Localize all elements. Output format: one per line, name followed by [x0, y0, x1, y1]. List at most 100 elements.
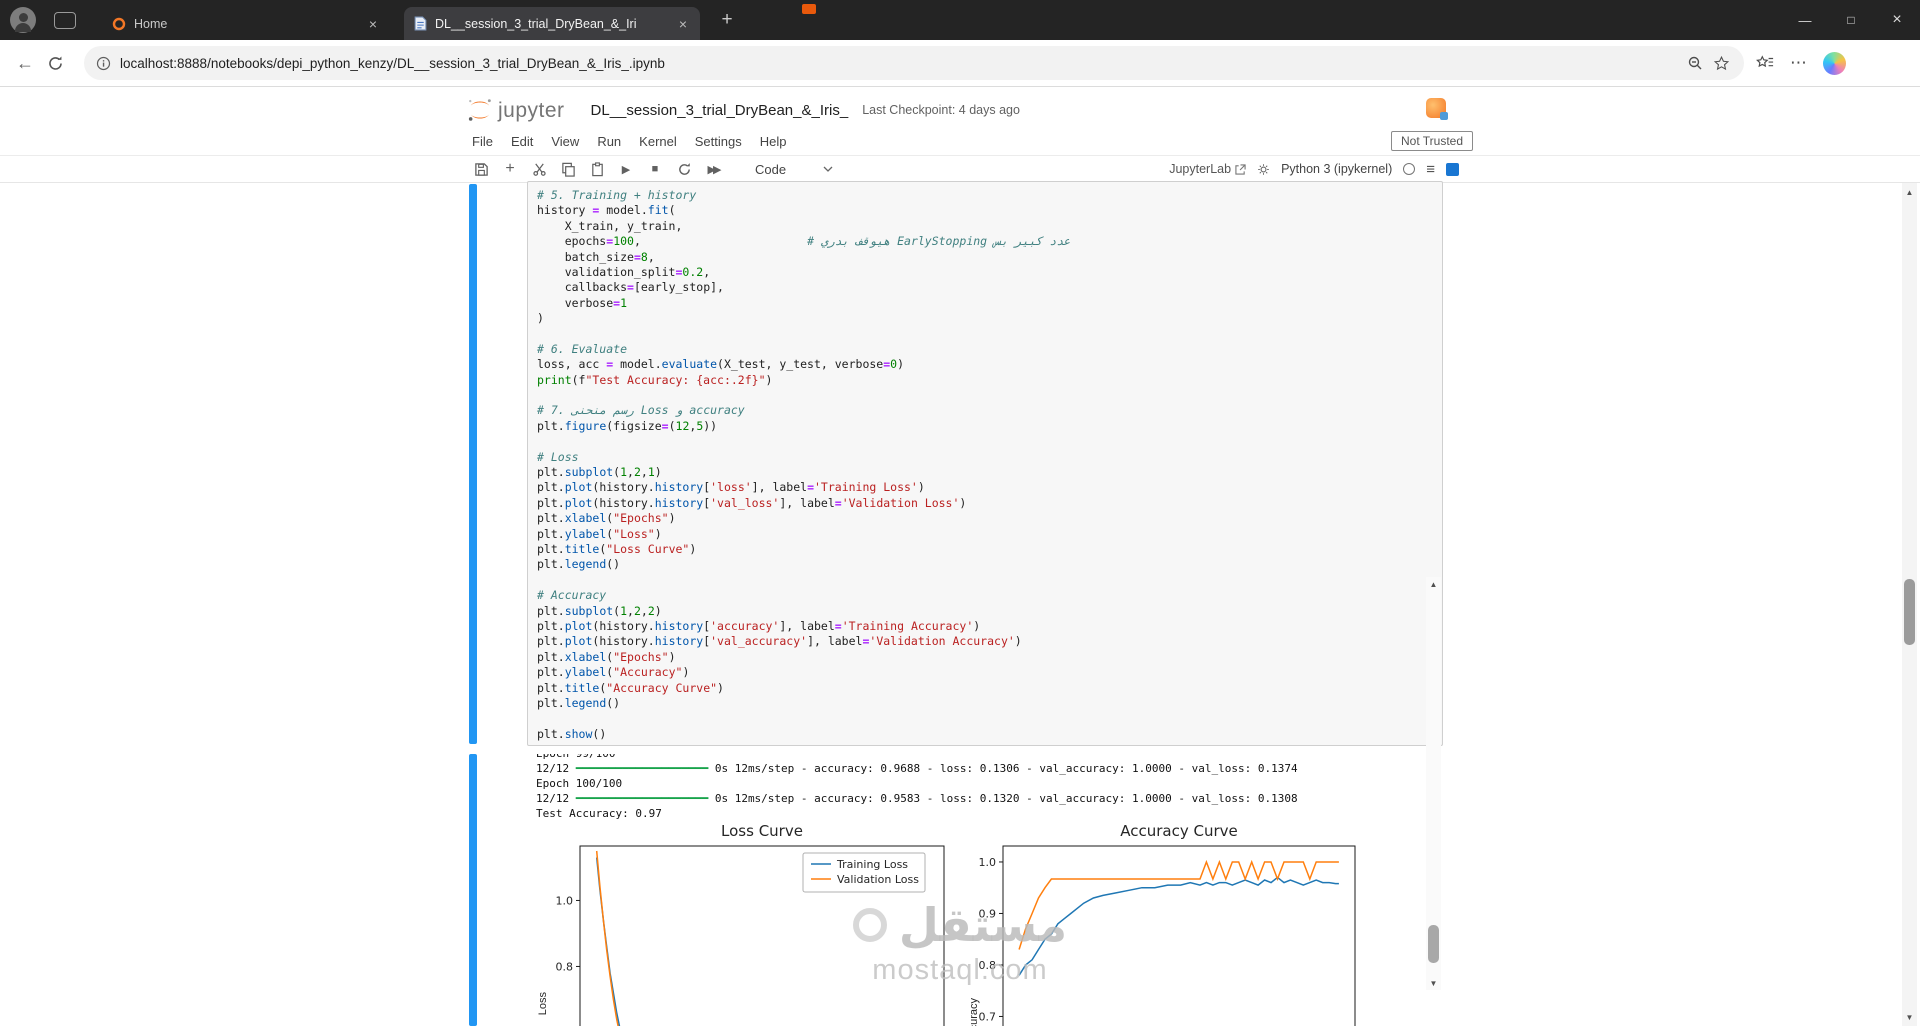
paste-cell-button[interactable] — [586, 159, 608, 179]
code-line: plt.title("Accuracy Curve") — [537, 681, 1438, 696]
chevron-down-icon — [823, 166, 833, 172]
code-line — [537, 327, 1438, 342]
code-line: plt.legend() — [537, 557, 1438, 572]
code-line: epochs=100, # هيوقف بدري EarlyStopping ع… — [537, 234, 1438, 249]
save-button[interactable] — [470, 159, 492, 179]
svg-text:1.0: 1.0 — [979, 856, 997, 869]
code-editor[interactable]: # 5. Training + historyhistory = model.f… — [527, 181, 1443, 746]
menu-view[interactable]: View — [542, 134, 588, 149]
kernel-name[interactable]: Python 3 (ipykernel) — [1281, 162, 1392, 176]
menu-settings[interactable]: Settings — [686, 134, 751, 149]
menu-bar-items: FileEditViewRunKernelSettingsHelp — [463, 134, 795, 149]
svg-text:Loss Curve: Loss Curve — [721, 822, 803, 840]
menu-edit[interactable]: Edit — [502, 134, 542, 149]
code-line: plt.ylabel("Loss") — [537, 527, 1438, 542]
tab-label: DL__session_3_trial_DryBean_&_Iri — [435, 17, 674, 31]
code-line: # Loss — [537, 450, 1438, 465]
maximize-button[interactable]: □ — [1828, 0, 1874, 40]
svg-text:0.9: 0.9 — [979, 907, 997, 920]
output-scrollbar[interactable]: ▲ ▼ — [1426, 577, 1441, 990]
trust-badge[interactable]: Not Trusted — [1391, 131, 1473, 151]
code-line: validation_split=0.2, — [537, 265, 1438, 280]
output-line: Epoch 100/100 — [536, 776, 1443, 791]
tab-close-icon[interactable]: × — [674, 15, 692, 33]
loss-curve-chart: Loss Curve1.00.8Training LossValidation … — [530, 820, 1012, 1026]
menu-run[interactable]: Run — [588, 134, 630, 149]
code-line: # Accuracy — [537, 588, 1438, 603]
jupyter-logo-icon — [467, 97, 493, 123]
selected-cell-output-bar[interactable] — [469, 754, 477, 1026]
jupyterlab-link[interactable]: JupyterLab — [1169, 162, 1246, 176]
notebook-favicon — [414, 16, 427, 31]
menu-file[interactable]: File — [463, 134, 502, 149]
page-scrollbar[interactable]: ▲ ▼ — [1902, 183, 1917, 1026]
cell-type-dropdown[interactable]: Code — [755, 162, 833, 177]
code-line: verbose=1 — [537, 296, 1438, 311]
scroll-down-icon[interactable]: ▼ — [1902, 1010, 1917, 1024]
output-line: 12/12 ━━━━━━━━━━━━━━━━━━━━ 0s 12ms/step … — [536, 791, 1443, 806]
page-scroll-thumb[interactable] — [1904, 579, 1915, 645]
settings-gear-icon[interactable] — [1257, 163, 1270, 176]
menu-help[interactable]: Help — [751, 134, 796, 149]
code-line: plt.xlabel("Epochs") — [537, 650, 1438, 665]
minimize-button[interactable]: — — [1782, 0, 1828, 40]
svg-text:0.8: 0.8 — [556, 960, 574, 973]
address-bar[interactable]: localhost:8888/notebooks/depi_python_ken… — [84, 46, 1744, 80]
code-line: loss, acc = model.evaluate(X_test, y_tes… — [537, 357, 1438, 372]
tab-close-icon[interactable]: × — [364, 15, 382, 33]
output-line: Test Accuracy: 0.97 — [536, 806, 1443, 821]
kernel-menu-icon[interactable]: ≡ — [1426, 161, 1435, 178]
url-field[interactable]: localhost:8888/notebooks/depi_python_ken… — [120, 56, 1682, 71]
tab-notebook[interactable]: DL__session_3_trial_DryBean_&_Iri × — [404, 7, 700, 40]
code-line: plt.plot(history.history['val_loss'], la… — [537, 496, 1438, 511]
code-line — [537, 711, 1438, 726]
notebook-title[interactable]: DL__session_3_trial_DryBean_&_Iris_ — [591, 102, 849, 119]
back-button[interactable]: ← — [10, 48, 40, 78]
tab-label: Home — [134, 17, 364, 31]
favorite-star-icon[interactable] — [1708, 50, 1734, 76]
tab-actions-icon[interactable] — [54, 12, 76, 29]
svg-text:0.8: 0.8 — [979, 959, 997, 972]
stop-kernel-button[interactable]: ■ — [644, 159, 666, 179]
scroll-down-icon[interactable]: ▼ — [1426, 976, 1441, 990]
code-line — [537, 434, 1438, 449]
code-line: plt.subplot(1,2,2) — [537, 604, 1438, 619]
restart-kernel-button[interactable] — [673, 159, 695, 179]
close-button[interactable]: × — [1874, 0, 1920, 40]
favorites-bar-icon[interactable] — [1756, 54, 1774, 72]
restart-run-all-button[interactable]: ▶▶ — [702, 159, 724, 179]
output-text: Epoch 99/10012/12 ━━━━━━━━━━━━━━━━━━━━ 0… — [527, 754, 1443, 821]
code-line: # 7. رسم منحنى Loss و accuracy — [537, 403, 1438, 418]
svg-text:1.0: 1.0 — [556, 894, 574, 907]
code-line — [537, 573, 1438, 588]
add-cell-button[interactable]: + — [499, 159, 521, 179]
code-line: history = model.fit( — [537, 203, 1438, 218]
tab-home[interactable]: Home × — [102, 7, 390, 40]
cell-output: Epoch 99/10012/12 ━━━━━━━━━━━━━━━━━━━━ 0… — [527, 754, 1443, 1026]
scroll-up-icon[interactable]: ▲ — [1426, 577, 1441, 591]
jupyter-logo[interactable]: jupyter — [467, 97, 565, 123]
run-cell-button[interactable]: ▶ — [615, 159, 637, 179]
output-scroll-thumb[interactable] — [1428, 925, 1439, 963]
checkpoint-status: Last Checkpoint: 4 days ago — [862, 103, 1020, 117]
chart-ylabel: Accuracy — [968, 998, 980, 1026]
code-line: plt.ylabel("Accuracy") — [537, 665, 1438, 680]
new-tab-button[interactable]: + — [714, 7, 740, 33]
output-line: 12/12 ━━━━━━━━━━━━━━━━━━━━ 0s 12ms/step … — [536, 761, 1443, 776]
selected-cell-bar[interactable] — [469, 184, 477, 744]
refresh-button[interactable] — [40, 48, 70, 78]
scroll-up-icon[interactable]: ▲ — [1902, 185, 1917, 199]
profile-avatar[interactable] — [10, 7, 36, 33]
jupyter-favicon — [112, 17, 126, 31]
recording-indicator — [802, 4, 816, 14]
more-options-icon[interactable]: ⋯ — [1790, 53, 1807, 73]
cut-cell-button[interactable] — [528, 159, 550, 179]
menu-kernel[interactable]: Kernel — [630, 134, 686, 149]
menu-bar: FileEditViewRunKernelSettingsHelp Not Tr… — [0, 128, 1920, 156]
copilot-icon[interactable] — [1823, 52, 1846, 75]
copy-cell-button[interactable] — [557, 159, 579, 179]
code-line: ) — [537, 311, 1438, 326]
header-widget-icon[interactable] — [1426, 98, 1446, 118]
zoom-out-icon[interactable] — [1682, 50, 1708, 76]
site-info-icon[interactable] — [96, 56, 111, 71]
